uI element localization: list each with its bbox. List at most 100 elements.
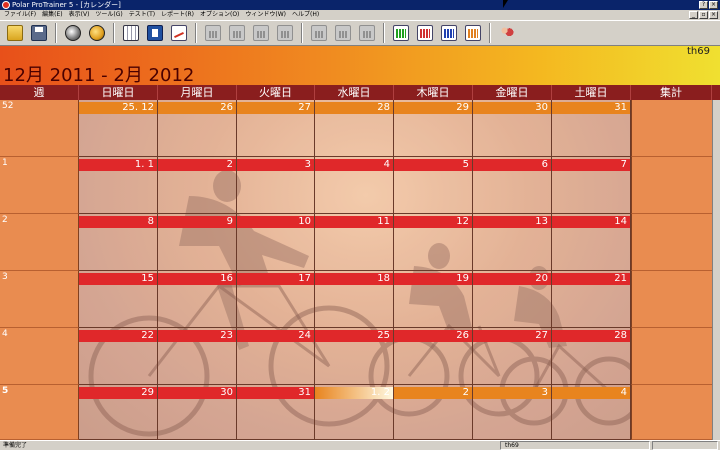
chart-button-4[interactable] <box>274 22 296 44</box>
mdi-minimize-button[interactable]: _ <box>689 11 698 19</box>
day-cell[interactable]: 1. 2 <box>315 385 394 440</box>
download-button[interactable] <box>62 22 84 44</box>
week-summary-cell[interactable] <box>631 100 712 157</box>
mdi-restore-button[interactable]: ▫ <box>699 11 708 19</box>
calendar-icon <box>123 25 139 41</box>
day-cell[interactable]: 21 <box>552 271 631 328</box>
week-cell[interactable]: 52 <box>0 100 79 157</box>
help-button[interactable]: ? <box>699 1 708 9</box>
menu-help[interactable]: ヘルプ(H) <box>292 10 319 20</box>
chart-button-1[interactable] <box>202 22 224 44</box>
day-cell[interactable]: 2 <box>394 385 473 440</box>
day-cell[interactable]: 3 <box>473 385 552 440</box>
save-button[interactable] <box>28 22 50 44</box>
week-number: 52 <box>2 101 14 111</box>
sync-button[interactable] <box>86 22 108 44</box>
vertical-scrollbar[interactable] <box>712 100 720 440</box>
menu-tools[interactable]: ツール(G) <box>95 10 122 20</box>
day-cell[interactable]: 9 <box>158 214 237 271</box>
day-cell[interactable]: 19 <box>394 271 473 328</box>
day-cell[interactable]: 3 <box>237 157 315 214</box>
date-label: 20 <box>473 273 551 285</box>
date-label: 2 <box>158 159 236 171</box>
download-icon <box>65 25 81 41</box>
custom-report-button[interactable] <box>462 22 484 44</box>
day-cell[interactable]: 18 <box>315 271 394 328</box>
week-summary-cell[interactable] <box>631 385 712 440</box>
day-cell[interactable]: 4 <box>315 157 394 214</box>
week-cell[interactable]: 4 <box>0 328 79 385</box>
day-cell[interactable]: 8 <box>79 214 158 271</box>
close-button[interactable]: × <box>709 1 718 9</box>
day-cell[interactable]: 2 <box>158 157 237 214</box>
yearly-report-button[interactable] <box>438 22 460 44</box>
week-summary-cell[interactable] <box>631 157 712 214</box>
date-label: 30 <box>473 102 551 114</box>
week-summary-cell[interactable] <box>631 328 712 385</box>
day-cell[interactable]: 23 <box>158 328 237 385</box>
day-cell[interactable]: 7 <box>552 157 631 214</box>
day-cell[interactable]: 26 <box>394 328 473 385</box>
day-cell[interactable]: 4 <box>552 385 631 440</box>
day-cell[interactable]: 10 <box>237 214 315 271</box>
day-cell[interactable]: 22 <box>79 328 158 385</box>
weekly-report-button[interactable] <box>390 22 412 44</box>
status-panel <box>652 441 718 450</box>
search-button[interactable] <box>308 22 330 44</box>
day-cell[interactable]: 30 <box>473 100 552 157</box>
tools-button[interactable] <box>356 22 378 44</box>
day-cell[interactable]: 29 <box>79 385 158 440</box>
week-summary-cell[interactable] <box>631 271 712 328</box>
day-cell[interactable]: 15 <box>79 271 158 328</box>
day-cell[interactable]: 6 <box>473 157 552 214</box>
menu-window[interactable]: ウィンドウ(W) <box>245 10 286 20</box>
compare-button[interactable] <box>332 22 354 44</box>
day-cell[interactable]: 12 <box>394 214 473 271</box>
day-cell[interactable]: 20 <box>473 271 552 328</box>
day-cell[interactable]: 13 <box>473 214 552 271</box>
menu-test[interactable]: テスト(T) <box>129 10 155 20</box>
day-cell[interactable]: 11 <box>315 214 394 271</box>
chart-button-2[interactable] <box>226 22 248 44</box>
summary-column-header: 集計 <box>631 85 712 100</box>
menu-options[interactable]: オプション(O) <box>200 10 239 20</box>
diary-button[interactable] <box>144 22 166 44</box>
week-cell[interactable]: 1 <box>0 157 79 214</box>
toolbar-separator <box>489 23 491 43</box>
monthly-report-button[interactable] <box>414 22 436 44</box>
day-cell[interactable]: 16 <box>158 271 237 328</box>
open-button[interactable] <box>4 22 26 44</box>
day-cell[interactable]: 30 <box>158 385 237 440</box>
day-cell[interactable]: 31 <box>552 100 631 157</box>
users-button[interactable] <box>496 22 518 44</box>
day-cell[interactable]: 31 <box>237 385 315 440</box>
chart-button-3[interactable] <box>250 22 272 44</box>
graph-button[interactable] <box>168 22 190 44</box>
date-label: 22 <box>79 330 157 342</box>
day-cell[interactable]: 5 <box>394 157 473 214</box>
week-cell[interactable]: 2 <box>0 214 79 271</box>
menu-view[interactable]: 表示(V) <box>69 10 90 20</box>
day-cell[interactable]: 29 <box>394 100 473 157</box>
week-summary-cell[interactable] <box>631 214 712 271</box>
week-cell[interactable]: 3 <box>0 271 79 328</box>
title-bar[interactable]: Polar ProTrainer 5 - [カレンダー] ? × <box>0 0 720 10</box>
day-cell[interactable]: 27 <box>473 328 552 385</box>
day-cell[interactable]: 24 <box>237 328 315 385</box>
day-cell[interactable]: 25. 12 <box>79 100 158 157</box>
date-label: 12 <box>394 216 472 228</box>
menu-edit[interactable]: 編集(E) <box>42 10 62 20</box>
day-cell[interactable]: 26 <box>158 100 237 157</box>
menu-report[interactable]: レポート(R) <box>161 10 194 20</box>
day-cell[interactable]: 25 <box>315 328 394 385</box>
day-cell[interactable]: 14 <box>552 214 631 271</box>
calendar-button[interactable] <box>120 22 142 44</box>
day-cell[interactable]: 28 <box>552 328 631 385</box>
day-cell[interactable]: 1. 1 <box>79 157 158 214</box>
day-cell[interactable]: 27 <box>237 100 315 157</box>
day-cell[interactable]: 17 <box>237 271 315 328</box>
week-cell[interactable]: 5 <box>0 385 79 440</box>
day-cell[interactable]: 28 <box>315 100 394 157</box>
mdi-close-button[interactable]: × <box>709 11 718 19</box>
menu-file[interactable]: ファイル(F) <box>4 10 36 20</box>
